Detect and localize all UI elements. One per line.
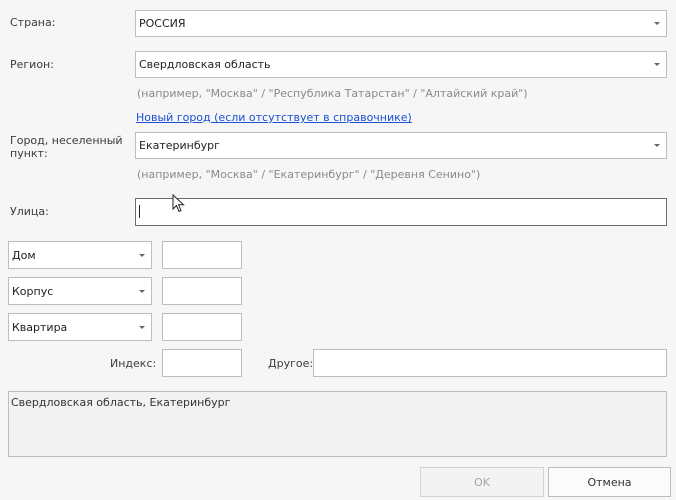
country-combobox[interactable]: РОССИЯ bbox=[135, 10, 667, 37]
other-label: Другое: bbox=[268, 357, 314, 370]
region-value: Свердловская область bbox=[139, 58, 271, 71]
chevron-down-icon[interactable] bbox=[654, 144, 660, 147]
chevron-down-icon[interactable] bbox=[654, 63, 660, 66]
index-input[interactable] bbox=[162, 349, 242, 377]
house-type-combobox[interactable]: Дом bbox=[8, 241, 152, 269]
city-label: Город, неселенный пункт: bbox=[10, 134, 123, 160]
region-hint: (например, "Москва" / "Республика Татарс… bbox=[137, 87, 528, 100]
chevron-down-icon[interactable] bbox=[139, 289, 145, 293]
region-combobox[interactable]: Свердловская область bbox=[135, 51, 667, 78]
city-value: Екатеринбург bbox=[139, 139, 220, 152]
house-input[interactable] bbox=[162, 241, 242, 269]
chevron-down-icon[interactable] bbox=[139, 325, 145, 329]
building-type-combobox[interactable]: Корпус bbox=[8, 277, 152, 305]
mouse-pointer-icon bbox=[172, 194, 185, 213]
index-label: Индекс: bbox=[110, 357, 157, 370]
street-input[interactable] bbox=[135, 198, 667, 226]
street-label: Улица: bbox=[10, 205, 49, 218]
city-hint: (например, "Москва" / "Екатеринбург" / "… bbox=[137, 168, 481, 181]
city-combobox[interactable]: Екатеринбург bbox=[135, 132, 667, 159]
apartment-input[interactable] bbox=[162, 313, 242, 341]
building-input[interactable] bbox=[162, 277, 242, 305]
text-caret bbox=[139, 205, 140, 218]
chevron-down-icon[interactable] bbox=[654, 22, 660, 25]
country-value: РОССИЯ bbox=[139, 17, 186, 30]
chevron-down-icon[interactable] bbox=[139, 253, 145, 257]
new-city-link[interactable]: Новый город (если отсутствует в справочн… bbox=[136, 111, 412, 124]
apartment-type-value: Квартира bbox=[12, 320, 68, 334]
cancel-button[interactable]: Отмена bbox=[548, 467, 671, 497]
house-type-value: Дом bbox=[12, 248, 36, 262]
other-input[interactable] bbox=[313, 349, 667, 377]
region-label: Регион: bbox=[10, 58, 54, 71]
address-summary: Свердловская область, Екатеринбург bbox=[8, 391, 667, 457]
ok-button[interactable]: OK bbox=[420, 467, 544, 497]
country-label: Страна: bbox=[10, 16, 56, 29]
apartment-type-combobox[interactable]: Квартира bbox=[8, 313, 152, 341]
building-type-value: Корпус bbox=[12, 284, 54, 298]
